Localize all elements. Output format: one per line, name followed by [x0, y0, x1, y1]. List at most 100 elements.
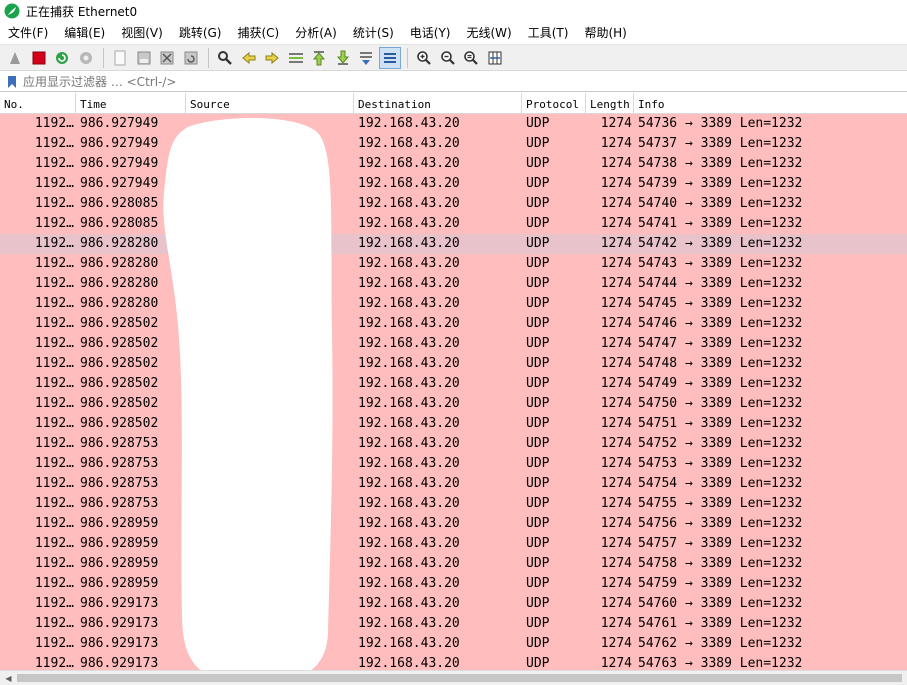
packet-row[interactable]: 1192… 986.928502 192.168.43.20 UDP 1274 54746… — [0, 314, 907, 334]
restart-capture-icon[interactable] — [51, 47, 73, 69]
packet-protocol-cell: UDP — [526, 476, 550, 491]
packet-source-cell — [186, 234, 354, 254]
packet-destination-cell: 192.168.43.20 — [358, 636, 460, 651]
packet-info-cell: 54739 → 3389 Len=1232 — [638, 176, 803, 191]
packet-row[interactable]: 1192… 986.927949 192.168.43.20 UDP 1274 54736… — [0, 114, 907, 134]
packet-destination-cell: 192.168.43.20 — [358, 336, 460, 351]
packet-no-cell: 1192… — [34, 376, 74, 391]
menu-edit[interactable]: 编辑(E) — [56, 22, 113, 44]
packet-time-cell: 986.928502 — [80, 416, 159, 431]
column-header-protocol[interactable]: Protocol — [522, 93, 586, 114]
stop-capture-icon[interactable] — [28, 47, 50, 69]
go-back-icon[interactable] — [238, 47, 260, 69]
packet-length-cell: 1274 — [600, 656, 632, 670]
capture-options-icon[interactable] — [75, 47, 97, 69]
packet-no-cell: 1192… — [34, 476, 74, 491]
packet-row[interactable]: 1192… 986.928502 192.168.43.20 UDP 1274 54749… — [0, 374, 907, 394]
packet-length-cell: 1274 — [600, 196, 632, 211]
colorize-icon[interactable] — [378, 46, 401, 69]
menu-tools[interactable]: 工具(T) — [520, 22, 577, 44]
packet-row[interactable]: 1192… 986.928753 192.168.43.20 UDP 1274 54755… — [0, 494, 907, 514]
display-filter-input[interactable] — [23, 72, 907, 91]
packet-row[interactable]: 1192… 986.928502 192.168.43.20 UDP 1274 54750… — [0, 394, 907, 414]
packet-row[interactable]: 1192… 986.929173 192.168.43.20 UDP 1274 54760… — [0, 594, 907, 614]
go-last-icon[interactable] — [332, 47, 354, 69]
column-header-destination[interactable]: Destination — [354, 93, 522, 114]
packet-source-cell — [186, 634, 354, 654]
packet-row[interactable]: 1192… 986.928502 192.168.43.20 UDP 1274 54748… — [0, 354, 907, 374]
packet-length-cell: 1274 — [600, 556, 632, 571]
packet-row[interactable]: 1192… 986.927949 192.168.43.20 UDP 1274 54739… — [0, 174, 907, 194]
packet-row[interactable]: 1192… 986.929173 192.168.43.20 UDP 1274 54762… — [0, 634, 907, 654]
column-header-source[interactable]: Source — [186, 93, 354, 114]
packet-time-cell: 986.928085 — [80, 196, 159, 211]
menu-help[interactable]: 帮助(H) — [576, 22, 634, 44]
packet-source-cell — [186, 454, 354, 474]
menu-go[interactable]: 跳转(G) — [171, 22, 230, 44]
packet-time-cell: 986.928280 — [80, 256, 159, 271]
menu-file[interactable]: 文件(F) — [0, 22, 56, 44]
packet-source-cell — [186, 174, 354, 194]
packet-row[interactable]: 1192… 986.928280 192.168.43.20 UDP 1274 54745… — [0, 294, 907, 314]
packet-source-cell — [186, 334, 354, 354]
packet-protocol-cell: UDP — [526, 636, 550, 651]
packet-info-cell: 54751 → 3389 Len=1232 — [638, 416, 803, 431]
packet-row[interactable]: 1192… 986.928280 192.168.43.20 UDP 1274 54742… — [0, 234, 907, 254]
packet-row[interactable]: 1192… 986.929173 192.168.43.20 UDP 1274 54763… — [0, 654, 907, 670]
packet-destination-cell: 192.168.43.20 — [358, 136, 460, 151]
open-file-icon[interactable] — [109, 47, 131, 69]
packet-row[interactable]: 1192… 986.928753 192.168.43.20 UDP 1274 54753… — [0, 454, 907, 474]
menu-analyze[interactable]: 分析(A) — [287, 22, 345, 44]
column-header-time[interactable]: Time — [76, 93, 186, 114]
main-toolbar — [0, 44, 907, 71]
go-forward-icon[interactable] — [261, 47, 283, 69]
menu-view[interactable]: 视图(V) — [113, 22, 171, 44]
find-packet-icon[interactable] — [214, 47, 236, 69]
packet-row[interactable]: 1192… 986.929173 192.168.43.20 UDP 1274 54761… — [0, 614, 907, 634]
column-header-info[interactable]: Info — [634, 93, 907, 114]
packet-row[interactable]: 1192… 986.928502 192.168.43.20 UDP 1274 54747… — [0, 334, 907, 354]
packet-row[interactable]: 1192… 986.928085 192.168.43.20 UDP 1274 54741… — [0, 214, 907, 234]
packet-row[interactable]: 1192… 986.927949 192.168.43.20 UDP 1274 54738… — [0, 154, 907, 174]
packet-info-cell: 54755 → 3389 Len=1232 — [638, 496, 803, 511]
menu-wireless[interactable]: 无线(W) — [459, 22, 520, 44]
zoom-out-icon[interactable] — [437, 47, 459, 69]
normal-size-icon[interactable] — [460, 47, 482, 69]
packet-row[interactable]: 1192… 986.928502 192.168.43.20 UDP 1274 54751… — [0, 414, 907, 434]
close-file-icon[interactable] — [156, 47, 178, 69]
go-first-icon[interactable] — [308, 47, 330, 69]
packet-source-cell — [186, 274, 354, 294]
save-file-icon[interactable] — [133, 47, 155, 69]
go-to-packet-icon[interactable] — [285, 47, 307, 69]
packet-row[interactable]: 1192… 986.928959 192.168.43.20 UDP 1274 54759… — [0, 574, 907, 594]
packet-row[interactable]: 1192… 986.928280 192.168.43.20 UDP 1274 54744… — [0, 274, 907, 294]
packet-row[interactable]: 1192… 986.928959 192.168.43.20 UDP 1274 54756… — [0, 514, 907, 534]
packet-source-cell — [186, 534, 354, 554]
packet-row[interactable]: 1192… 986.928753 192.168.43.20 UDP 1274 54752… — [0, 434, 907, 454]
packet-row[interactable]: 1192… 986.928085 192.168.43.20 UDP 1274 54740… — [0, 194, 907, 214]
packet-row[interactable]: 1192… 986.927949 192.168.43.20 UDP 1274 54737… — [0, 134, 907, 154]
menu-telephony[interactable]: 电话(Y) — [402, 22, 459, 44]
bookmark-icon[interactable] — [5, 74, 19, 90]
packet-info-cell: 54737 → 3389 Len=1232 — [638, 136, 803, 151]
column-header-no[interactable]: No. — [0, 93, 76, 114]
zoom-in-icon[interactable] — [413, 47, 435, 69]
column-header-length[interactable]: Length — [586, 93, 634, 114]
start-capture-icon[interactable] — [4, 47, 26, 69]
menu-capture[interactable]: 捕获(C) — [229, 22, 287, 44]
packet-row[interactable]: 1192… 986.928280 192.168.43.20 UDP 1274 54743… — [0, 254, 907, 274]
packet-row[interactable]: 1192… 986.928959 192.168.43.20 UDP 1274 54758… — [0, 554, 907, 574]
scroll-left-arrow-icon[interactable]: ◀ — [0, 671, 17, 685]
reload-file-icon[interactable] — [180, 47, 202, 69]
resize-columns-icon[interactable] — [484, 47, 506, 69]
horizontal-scrollbar[interactable]: ◀ — [0, 670, 907, 685]
packet-row[interactable]: 1192… 986.928753 192.168.43.20 UDP 1274 54754… — [0, 474, 907, 494]
packet-source-cell — [186, 374, 354, 394]
packet-row[interactable]: 1192… 986.928959 192.168.43.20 UDP 1274 54757… — [0, 534, 907, 554]
packet-time-cell: 986.928959 — [80, 536, 159, 551]
packet-time-cell: 986.928502 — [80, 336, 159, 351]
scrollbar-thumb[interactable] — [17, 674, 902, 682]
auto-scroll-icon[interactable] — [355, 47, 377, 69]
menu-statistics[interactable]: 统计(S) — [345, 22, 402, 44]
packet-no-cell: 1192… — [34, 556, 74, 571]
